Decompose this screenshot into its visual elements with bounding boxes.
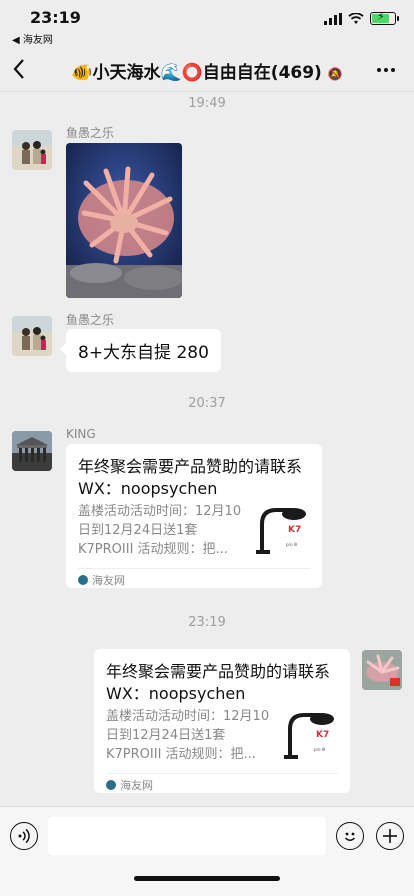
link-card-source-name: 海友网 xyxy=(120,779,153,792)
message-timestamp: 20:37 xyxy=(188,396,226,411)
message-input[interactable] xyxy=(48,817,326,855)
chat-title-text: 🐠小天海水🌊⭕自由自在(469) xyxy=(71,63,322,83)
emoji-button[interactable] xyxy=(336,822,364,850)
link-card-source: 海友网 xyxy=(78,572,125,588)
avatar[interactable] xyxy=(12,130,52,170)
svg-text:K7: K7 xyxy=(288,525,301,535)
more-button[interactable] xyxy=(376,54,396,86)
svg-text:K7: K7 xyxy=(316,730,329,740)
message-timestamp: 19:49 xyxy=(188,96,226,111)
battery-icon: ⚡ xyxy=(370,10,399,25)
voice-icon xyxy=(18,828,30,844)
link-card-thumbnail: K7 pro III xyxy=(280,707,338,763)
link-card[interactable]: 年终聚会需要产品赞助的请联系 WX：noopsychen 盖楼活动活动时间：12… xyxy=(66,444,322,588)
signal-icon xyxy=(324,12,342,25)
emoji-icon xyxy=(344,832,356,841)
status-bar: 23:19 ◀ 海友网 ⚡ xyxy=(0,0,414,48)
svg-text:pro III: pro III xyxy=(314,747,325,752)
avatar[interactable] xyxy=(12,316,52,356)
sender-name: 鱼愚之乐 xyxy=(66,313,115,327)
link-card-source: 海友网 xyxy=(106,777,153,793)
link-card-title: 年终聚会需要产品赞助的请联系 WX：noopsychen xyxy=(106,662,331,703)
link-card-divider xyxy=(106,773,338,774)
my-avatar[interactable] xyxy=(362,650,402,690)
source-app-icon xyxy=(106,780,116,790)
mute-icon: 🔕 xyxy=(327,67,343,81)
more-horizontal-icon xyxy=(377,68,395,72)
wifi-icon xyxy=(348,12,364,24)
status-time: 23:19 xyxy=(30,8,81,27)
link-card-description: 盖楼活动活动时间：12月10日到12月24日送1套K7PROIII 活动规则：把… xyxy=(78,504,242,557)
message-timestamp: 23:19 xyxy=(188,615,226,630)
chevron-left-icon xyxy=(13,59,24,79)
voice-button[interactable] xyxy=(10,822,38,850)
avatar[interactable] xyxy=(12,431,52,471)
link-card-divider xyxy=(78,568,310,569)
link-card-title: 年终聚会需要产品赞助的请联系 WX：noopsychen xyxy=(78,457,303,498)
home-indicator[interactable] xyxy=(134,876,280,881)
sender-name: KING xyxy=(66,427,96,441)
more-functions-button[interactable] xyxy=(376,822,404,850)
message-bubble[interactable]: 8+大东自提 280 xyxy=(60,329,221,372)
message-image[interactable] xyxy=(66,143,182,298)
link-card-source-name: 海友网 xyxy=(92,574,125,587)
link-card[interactable]: 年终聚会需要产品赞助的请联系 WX：noopsychen 盖楼活动活动时间：12… xyxy=(94,649,350,793)
sender-name: 鱼愚之乐 xyxy=(66,126,115,140)
link-card-thumbnail: K7 pro III xyxy=(252,502,310,558)
chat-input-bar xyxy=(0,806,414,896)
plus-icon xyxy=(383,829,397,843)
back-button[interactable] xyxy=(12,54,26,87)
chat-header: 🐠小天海水🌊⭕自由自在(469) 🔕 xyxy=(0,48,414,92)
svg-text:pro III: pro III xyxy=(286,542,297,547)
back-to-app-link[interactable]: ◀ 海友网 xyxy=(12,31,53,46)
link-card-description: 盖楼活动活动时间：12月10日到12月24日送1套K7PROIII 活动规则：把… xyxy=(106,709,270,762)
source-app-icon xyxy=(78,575,88,585)
status-icons: ⚡ xyxy=(324,10,399,25)
chat-title: 🐠小天海水🌊⭕自由自在(469) 🔕 xyxy=(70,58,344,83)
